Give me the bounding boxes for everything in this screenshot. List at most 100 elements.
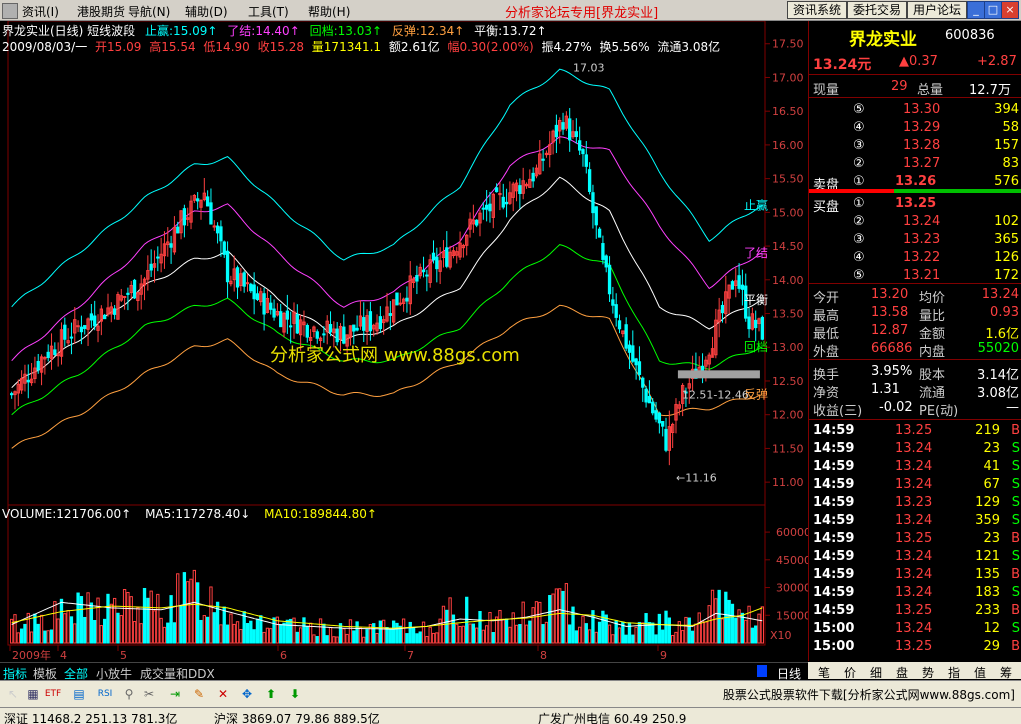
header-high: 高15.54: [149, 40, 196, 54]
menu-assist[interactable]: 辅助(D): [185, 3, 228, 20]
candle-body: [435, 256, 439, 270]
system-menu-icon[interactable]: [2, 3, 18, 19]
etf-icon[interactable]: ETF: [44, 685, 62, 703]
info-system-button[interactable]: 资讯系统: [787, 1, 847, 19]
right-tab-chips[interactable]: 筹: [1000, 664, 1012, 681]
stat-row: 最高 13.58 量比 0.93: [809, 304, 1021, 324]
right-tab-price[interactable]: 价: [844, 664, 856, 681]
menu-navigate[interactable]: 导航(N): [128, 3, 170, 20]
menu-info[interactable]: 资讯(I): [22, 3, 59, 20]
band-label-止赢: 止赢: [744, 198, 768, 213]
pencil-icon[interactable]: ✎: [190, 685, 208, 703]
volume-bar: [172, 622, 177, 644]
right-tab-bar: 笔 价 细 盘 势 指 值 筹: [808, 662, 1021, 681]
link-icon[interactable]: ⚲: [120, 685, 138, 703]
candle-body: [126, 292, 130, 295]
stat-label: 内盘: [919, 345, 946, 360]
tick-time: 14:59: [813, 549, 855, 564]
tick-row: 14:59 13.24 23 S: [809, 440, 1021, 458]
volume-axis-label: 60000: [776, 526, 808, 539]
volume-bar: [146, 597, 150, 644]
candle-body: [26, 379, 30, 383]
ad-text[interactable]: 股票公式股票软件下载[分析家公式网www.88gs.com]: [723, 686, 1015, 703]
close-window-icon[interactable]: ×: [1001, 1, 1019, 19]
candle-body: [421, 269, 426, 273]
volume-bar: [465, 596, 469, 644]
tick-side: B: [1011, 531, 1020, 546]
period-switch-icon[interactable]: [757, 665, 767, 677]
volume-bar: [36, 623, 40, 644]
arrow-down-icon[interactable]: ⬇: [286, 685, 304, 703]
right-tab-ticks[interactable]: 笔: [818, 664, 830, 681]
price-axis-label: 12.50: [772, 375, 804, 388]
close-icon[interactable]: ✕: [214, 685, 232, 703]
cursor-icon[interactable]: ↖: [4, 685, 22, 703]
buy-price: 13.24: [903, 214, 941, 229]
export-icon[interactable]: ⇥: [166, 685, 184, 703]
candle-body: [720, 304, 725, 314]
tool-icon[interactable]: ✂: [140, 685, 158, 703]
volume-bar: [19, 628, 24, 644]
total-volume-label: 总量: [917, 83, 944, 98]
candle-body: [568, 118, 572, 141]
stat-value: 12.87: [871, 323, 909, 338]
right-tab-value[interactable]: 值: [974, 664, 986, 681]
sell-row: ③ 13.28 157: [809, 137, 1021, 155]
stat-value: 1.31: [871, 382, 900, 397]
volume-bar: [272, 617, 276, 644]
price-range-annotation: 12.51-12.46: [682, 388, 749, 401]
candle-body: [501, 196, 505, 208]
candle-body: [661, 421, 665, 427]
candle-body: [225, 250, 230, 283]
tick-time: 15:00: [813, 639, 855, 654]
stock-title-row: 界龙实业 600836: [809, 25, 1021, 50]
chart-svg[interactable]: 止赢了结平衡回档反弹 17.03←11.1612.51-12.46 17.501…: [0, 20, 811, 662]
candle-body: [46, 351, 50, 358]
candle-body: [591, 192, 595, 214]
minimize-icon[interactable]: _: [967, 1, 985, 19]
x-axis-label: 4: [60, 649, 67, 661]
menu-tools[interactable]: 工具(T): [248, 3, 289, 20]
chart-area[interactable]: 止赢 了结 平衡 回档 反弹 17.03 ←11.16 12.51-12.46 17.50 1…: [0, 20, 811, 662]
rsi-icon[interactable]: RSI: [96, 685, 114, 703]
right-tab-index[interactable]: 指: [948, 664, 960, 681]
right-tab-detail[interactable]: 细: [870, 664, 882, 681]
candle-body: [132, 279, 137, 299]
stat-row: 换手 3.95% 股本 3.14亿: [809, 363, 1021, 383]
arrow-up-icon[interactable]: ⬆: [262, 685, 280, 703]
buy-volume: 126: [994, 250, 1019, 265]
sell-volume: 576: [994, 174, 1019, 189]
grid-icon[interactable]: ▦: [24, 685, 42, 703]
menu-help[interactable]: 帮助(H): [308, 3, 350, 20]
volume-bar: [325, 635, 329, 644]
price-change: ▲0.37: [899, 54, 938, 69]
tick-volume: 135: [975, 567, 1000, 582]
right-tab-board[interactable]: 盘: [896, 664, 908, 681]
tick-time: 14:59: [813, 567, 855, 582]
band-label-了结: 了结: [744, 246, 768, 260]
candle-body: [342, 326, 346, 344]
candle-body: [328, 324, 333, 333]
buy-price: 13.23: [903, 232, 941, 247]
chart-icon[interactable]: ▤: [70, 685, 88, 703]
forum-button[interactable]: 用户论坛: [907, 1, 967, 19]
menu-hk-futures[interactable]: 港股期货: [77, 3, 125, 20]
candle-body: [322, 333, 326, 336]
tick-side: B: [1011, 423, 1020, 438]
volume-bar: [657, 613, 662, 644]
order-index: ⑤: [853, 102, 865, 117]
sell-price: 13.30: [903, 102, 941, 117]
maximize-icon[interactable]: □: [984, 1, 1002, 19]
candle-body: [69, 336, 74, 339]
tick-time: 14:59: [813, 513, 855, 528]
tool-bar: ↖ ▦ ETF ▤ RSI ⚲ ✂ ⇥ ✎ ✕ ✥ ⬆ ⬇ 股票公式股票软件下载…: [0, 680, 1021, 707]
tick-price: 13.24: [895, 477, 933, 492]
right-tab-trend[interactable]: 势: [922, 664, 934, 681]
volume-row: 现量 29 总量 12.7万: [809, 78, 1021, 98]
volume-bar: [727, 599, 731, 644]
trade-button[interactable]: 委托交易: [847, 1, 907, 19]
header-amplitude: 振4.27%: [541, 40, 592, 54]
candle-body: [295, 314, 299, 334]
candle-body: [209, 202, 213, 225]
move-icon[interactable]: ✥: [238, 685, 256, 703]
